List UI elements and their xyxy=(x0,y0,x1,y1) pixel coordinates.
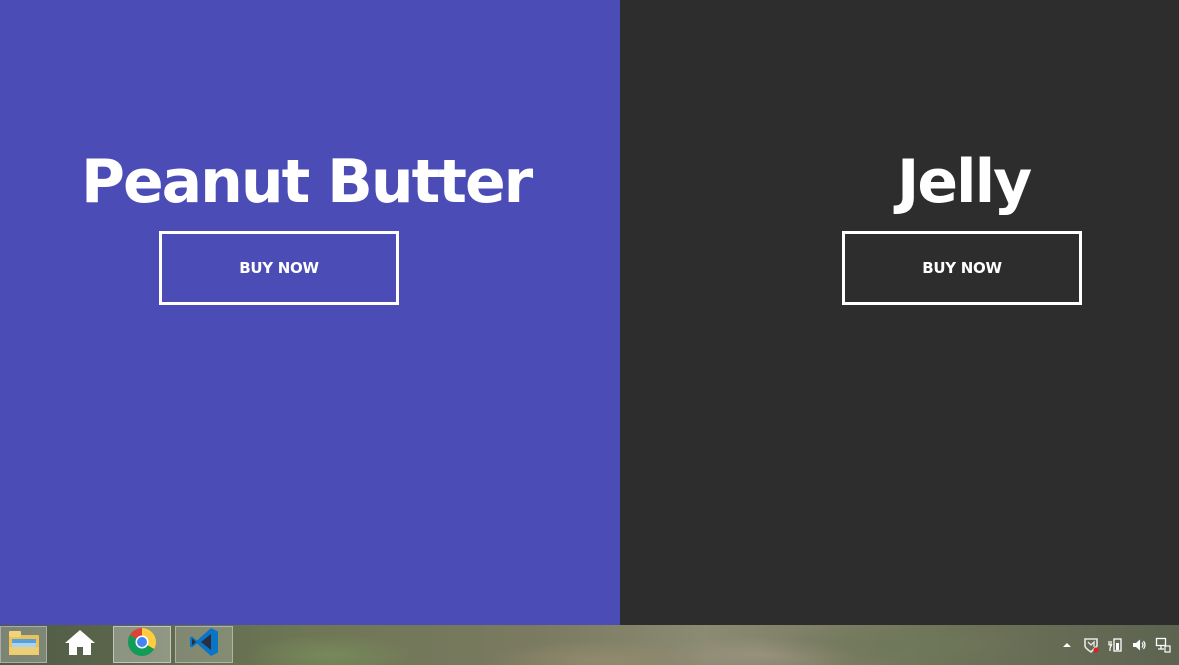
peanut-butter-title: Peanut Butter xyxy=(81,147,533,217)
home-taskbar-button[interactable] xyxy=(52,626,108,663)
vscode-icon xyxy=(188,626,220,663)
taskbar xyxy=(0,625,1179,665)
jelly-title: Jelly xyxy=(897,147,1032,217)
power-battery-icon[interactable] xyxy=(1107,637,1123,653)
vscode-taskbar-button[interactable] xyxy=(175,626,233,663)
file-explorer-taskbar-button[interactable] xyxy=(0,626,47,663)
network-icon[interactable] xyxy=(1155,637,1171,653)
jelly-panel: Jelly BUY NOW xyxy=(620,0,1179,625)
jelly-buy-now-button[interactable]: BUY NOW xyxy=(842,231,1082,305)
browser-page: Peanut Butter BUY NOW Jelly BUY NOW xyxy=(0,0,1179,625)
home-icon xyxy=(64,627,96,662)
file-explorer-icon xyxy=(7,627,41,662)
volume-icon[interactable] xyxy=(1131,637,1147,653)
peanut-butter-buy-now-button[interactable]: BUY NOW xyxy=(159,231,399,305)
chrome-taskbar-button[interactable] xyxy=(113,626,171,663)
desktop-screen: Peanut Butter BUY NOW Jelly BUY NOW xyxy=(0,0,1179,665)
security-shield-icon[interactable] xyxy=(1083,637,1099,653)
system-tray xyxy=(1059,625,1171,665)
chrome-icon xyxy=(127,627,157,662)
peanut-butter-panel: Peanut Butter BUY NOW xyxy=(0,0,620,625)
show-hidden-icons-chevron-icon[interactable] xyxy=(1059,637,1075,653)
